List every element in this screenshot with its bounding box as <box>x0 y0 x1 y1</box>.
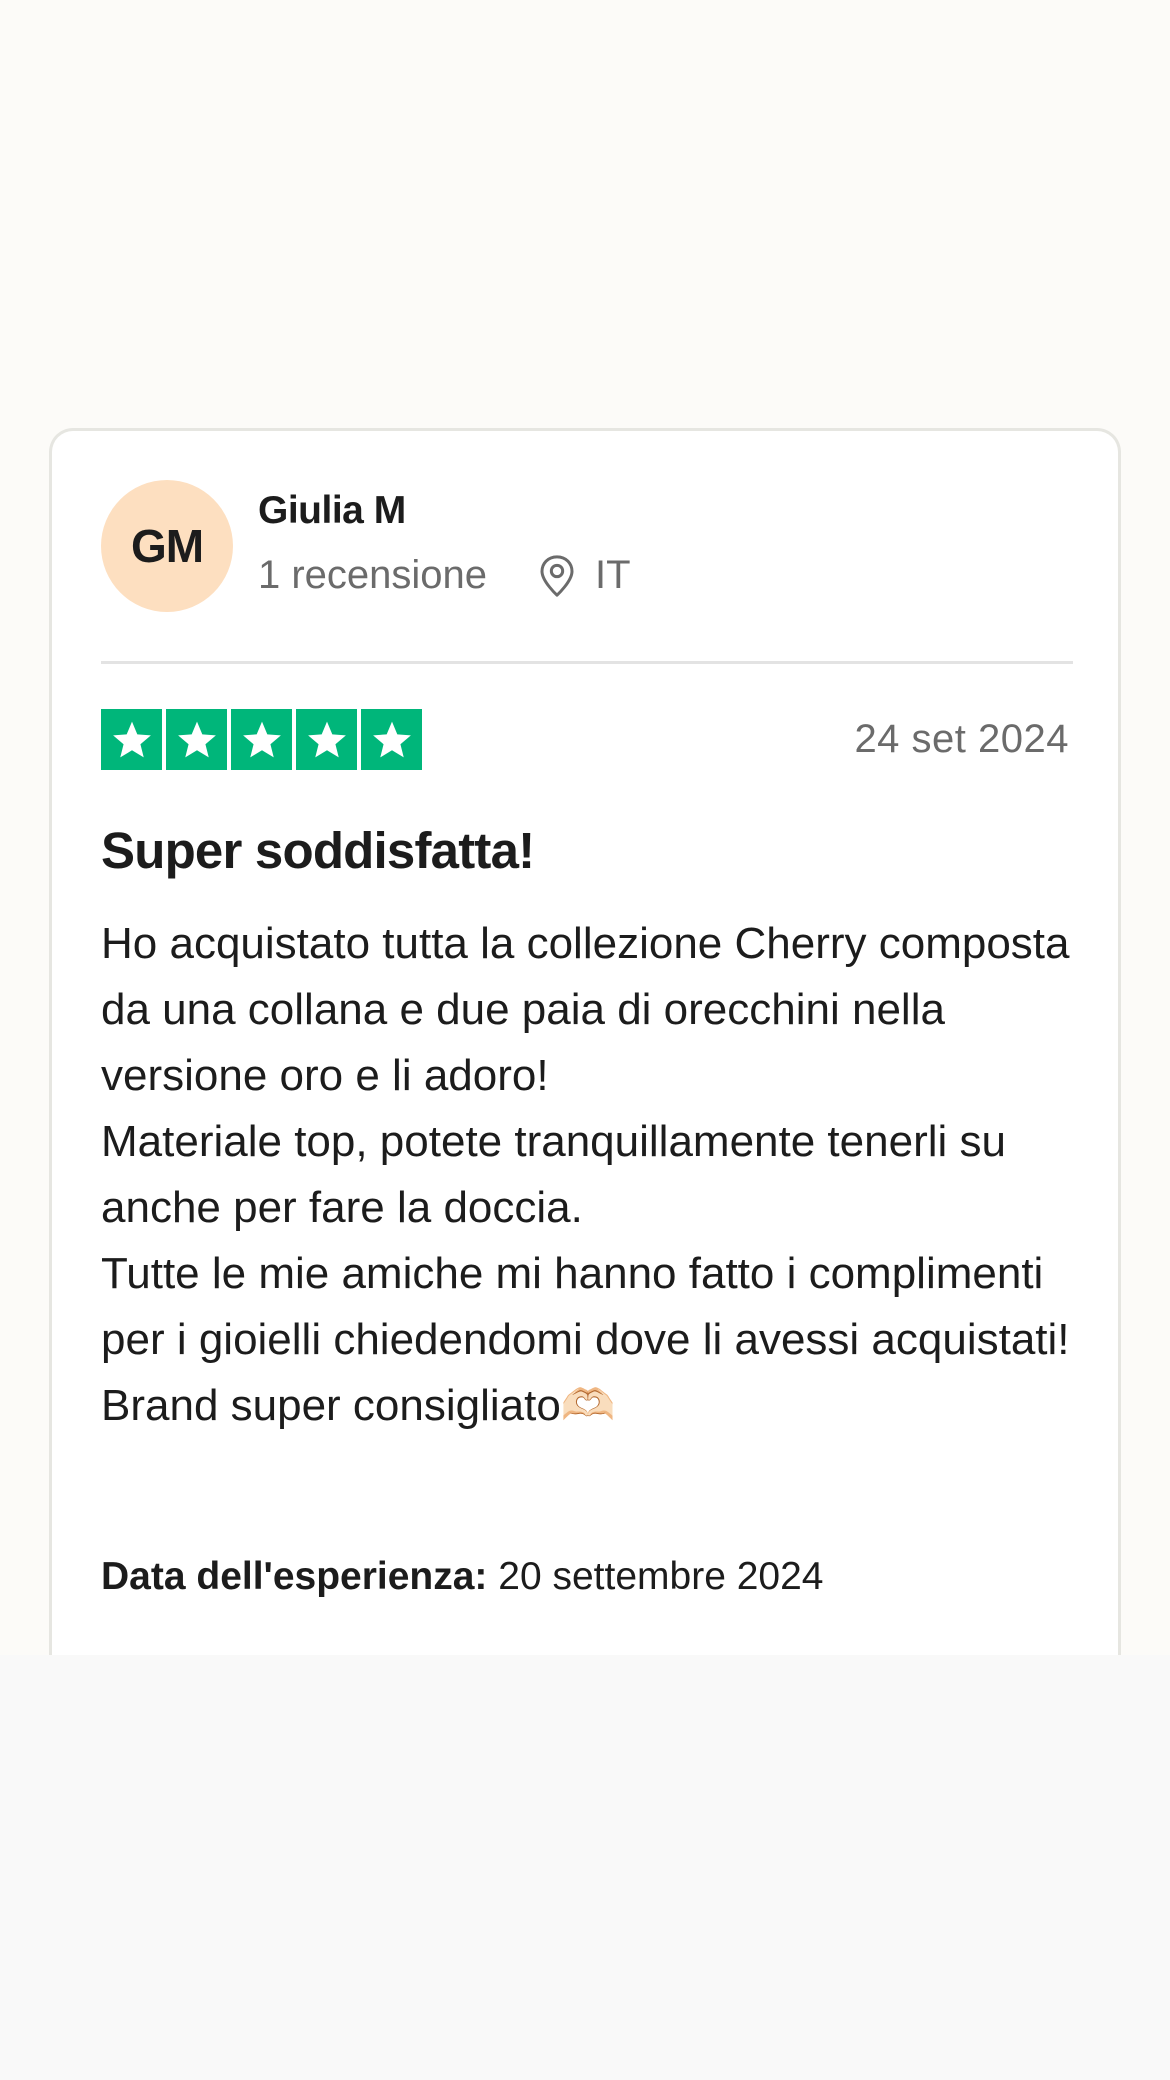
page-background-bottom <box>0 1655 1170 2080</box>
review-count: 1 recensione <box>258 553 488 597</box>
experience-date-label: Data dell'esperienza: <box>101 1555 488 1598</box>
star-icon <box>307 721 346 757</box>
star-4 <box>296 709 357 770</box>
review-body: Ho acquistato tutta la collezione Cherry… <box>101 919 1070 1430</box>
star-icon <box>372 721 411 757</box>
reviewer-location: IT <box>537 553 631 598</box>
star-1 <box>101 709 162 770</box>
star-rating <box>101 709 422 770</box>
avatar-initials: GM <box>130 520 204 572</box>
experience-date-value: 20 settembre 2024 <box>498 1555 824 1598</box>
review-title[interactable]: Super soddisfatta! <box>101 821 535 880</box>
star-3 <box>231 709 292 770</box>
review-card: GM Giulia M 1 recensione IT 24 set 2024 … <box>49 428 1121 1655</box>
reviewer-country: IT <box>595 553 631 597</box>
reviewer-name[interactable]: Giulia M <box>258 489 406 533</box>
star-5 <box>361 709 422 770</box>
star-icon <box>177 721 216 757</box>
star-icon <box>112 721 151 757</box>
star-icon <box>242 721 281 757</box>
review-date: 24 set 2024 <box>854 717 1069 761</box>
experience-date: Data dell'esperienza: 20 settembre 2024 <box>101 1555 823 1599</box>
header-divider <box>101 661 1073 664</box>
avatar[interactable]: GM <box>101 480 233 612</box>
star-2 <box>166 709 227 770</box>
reviewer-meta: 1 recensione IT <box>258 553 631 598</box>
map-pin-icon <box>540 554 574 597</box>
